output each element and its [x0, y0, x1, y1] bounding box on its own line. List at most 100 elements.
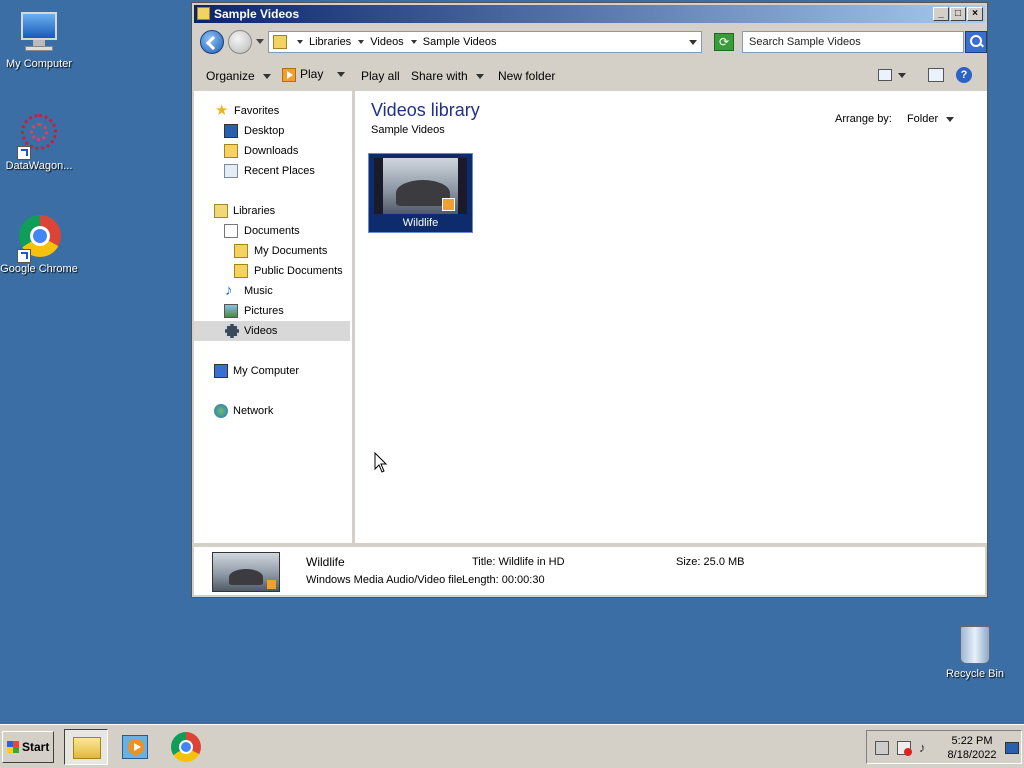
search-input[interactable]: Search Sample Videos: [742, 31, 964, 53]
nav-downloads[interactable]: Downloads: [224, 141, 298, 161]
computer-icon: [15, 8, 63, 56]
details-length-value: 00:00:30: [501, 574, 545, 586]
address-bar[interactable]: Libraries Videos Sample Videos: [268, 31, 702, 53]
library-subtitle: Sample Videos: [371, 124, 445, 136]
taskbar: Start ♪ 5:22 PM 8/18/2022: [0, 724, 1024, 768]
chevron-down-icon: [475, 74, 484, 80]
network-tray-icon[interactable]: [875, 741, 889, 755]
arrange-by-dropdown[interactable]: Folder: [907, 113, 955, 125]
nav-network[interactable]: Network: [212, 401, 273, 421]
chevron-down-icon[interactable]: [297, 39, 303, 44]
close-button[interactable]: ×: [967, 7, 983, 21]
new-folder-button[interactable]: New folder: [498, 69, 555, 83]
taskbar-chrome[interactable]: [164, 729, 208, 765]
minimize-button[interactable]: _: [933, 7, 949, 21]
forward-button[interactable]: [228, 30, 252, 54]
clock-date: 8/18/2022: [947, 749, 997, 761]
nav-favorites-label: Favorites: [234, 105, 280, 117]
volume-icon[interactable]: ♪: [919, 741, 933, 755]
start-button[interactable]: Start: [2, 731, 54, 763]
media-player-icon: [442, 198, 455, 211]
details-pane: Wildlife Windows Media Audio/Video file …: [194, 547, 985, 595]
nav-pictures[interactable]: Pictures: [224, 301, 284, 321]
chevron-down-icon[interactable]: [410, 39, 417, 44]
details-size-value: 25.0 MB: [703, 556, 745, 568]
nav-my-computer-label: My Computer: [233, 365, 300, 377]
window-titlebar[interactable]: Sample Videos _ □ ×: [194, 5, 985, 23]
refresh-button[interactable]: ⟳: [714, 33, 734, 51]
nav-music[interactable]: ♪ Music: [224, 281, 273, 301]
taskbar-media-player[interactable]: [114, 729, 158, 765]
breadcrumb-sample-videos[interactable]: Sample Videos: [423, 36, 497, 48]
show-desktop-icon[interactable]: [1005, 742, 1019, 754]
maximize-button[interactable]: □: [950, 7, 966, 21]
breadcrumb-libraries[interactable]: Libraries: [309, 36, 351, 48]
star-icon: ★: [215, 102, 229, 119]
desktop-icon: [224, 124, 238, 138]
desktop-icon-label: DataWagon...: [5, 160, 73, 172]
desktop-icon-my-computer[interactable]: My Computer: [0, 8, 79, 70]
nav-pictures-label: Pictures: [244, 305, 284, 317]
network-icon: [214, 404, 228, 418]
nav-desktop-label: Desktop: [244, 125, 285, 137]
nav-public-documents-label: Public Documents: [254, 265, 343, 277]
help-icon[interactable]: ?: [956, 67, 972, 83]
desktop-icon-datawagon[interactable]: DataWagon...: [0, 110, 79, 172]
nav-my-computer[interactable]: My Computer: [212, 361, 299, 381]
datawagon-icon: [15, 110, 63, 160]
organize-button[interactable]: Organize: [206, 69, 271, 83]
chrome-icon: [171, 732, 201, 762]
action-center-icon[interactable]: [897, 741, 912, 756]
nav-my-documents-label: My Documents: [254, 245, 328, 257]
clock-time: 5:22 PM: [951, 735, 993, 747]
nav-favorites[interactable]: ★ Favorites: [212, 101, 279, 121]
details-title-label: Title:: [472, 556, 496, 568]
nav-videos[interactable]: Videos: [194, 321, 350, 341]
videos-film-icon: [225, 324, 239, 338]
downloads-folder-icon: [224, 144, 238, 158]
nav-recent-places[interactable]: Recent Places: [224, 161, 315, 181]
search-icon[interactable]: [965, 31, 987, 53]
details-length-label: Length:: [462, 574, 499, 586]
nav-my-documents[interactable]: My Documents: [234, 241, 327, 261]
windows-logo-icon: [7, 741, 19, 753]
nav-public-documents[interactable]: Public Documents: [234, 261, 343, 281]
nav-libraries-label: Libraries: [233, 205, 276, 217]
folder-icon: [234, 264, 248, 278]
mouse-cursor-icon: [374, 452, 388, 473]
details-title-value[interactable]: Wildlife in HD: [499, 556, 565, 568]
breadcrumb-videos[interactable]: Videos: [370, 36, 403, 48]
taskbar-explorer[interactable]: [64, 729, 108, 765]
details-file-name: Wildlife: [306, 555, 345, 569]
file-tile-wildlife[interactable]: Wildlife: [368, 153, 473, 233]
explorer-window: Sample Videos _ □ × Libraries Videos Sam…: [191, 2, 988, 598]
nav-libraries[interactable]: Libraries: [212, 201, 275, 221]
computer-icon: [214, 364, 228, 378]
window-title: Sample Videos: [214, 7, 300, 21]
nav-downloads-label: Downloads: [244, 145, 299, 157]
recent-pages-chevron-down-icon[interactable]: [256, 39, 264, 44]
pictures-icon: [224, 304, 238, 318]
address-dropdown-icon[interactable]: [689, 40, 697, 45]
nav-documents[interactable]: Documents: [224, 221, 300, 241]
share-with-label: Share with: [411, 69, 468, 83]
command-bar: Organize Play Play all Share with New fo…: [194, 61, 985, 89]
desktop-icon-google-chrome[interactable]: Google Chrome: [0, 213, 79, 275]
video-thumbnail: [212, 552, 280, 592]
back-button[interactable]: [200, 30, 224, 54]
preview-pane-icon[interactable]: [928, 68, 944, 82]
arrange-by: Arrange by: Folder: [835, 113, 955, 125]
play-icon: [282, 67, 296, 82]
chevron-down-icon[interactable]: [358, 39, 365, 44]
desktop-icon-recycle-bin[interactable]: Recycle Bin: [940, 626, 1010, 680]
clock[interactable]: 5:22 PM 8/18/2022: [943, 734, 1001, 762]
play-button[interactable]: Play: [282, 67, 346, 82]
share-with-button[interactable]: Share with: [411, 69, 484, 83]
view-options-chevron-down-icon[interactable]: [898, 73, 906, 78]
play-all-button[interactable]: Play all: [361, 69, 400, 83]
content-pane: Videos library Sample Videos Arrange by:…: [355, 91, 987, 543]
nav-desktop[interactable]: Desktop: [224, 121, 284, 141]
folder-icon: [273, 35, 287, 49]
change-view-icon[interactable]: [878, 69, 892, 81]
documents-icon: [224, 224, 238, 238]
